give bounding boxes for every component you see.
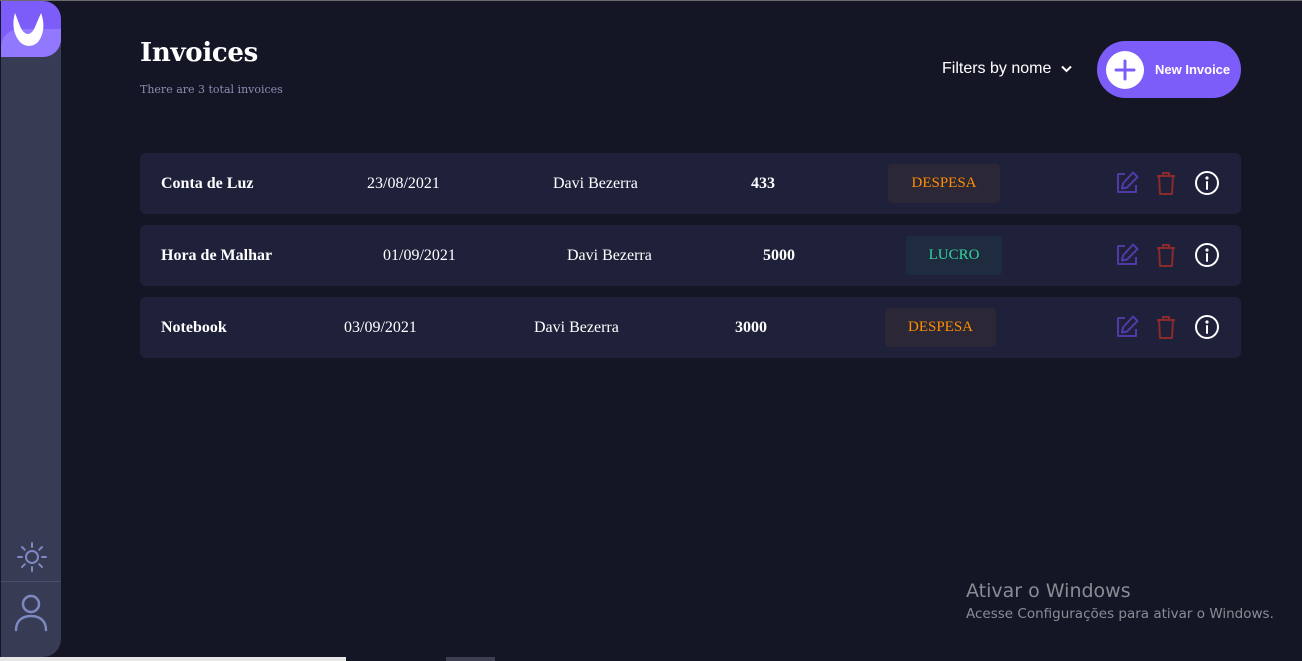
edit-icon[interactable] — [1114, 170, 1140, 200]
invoice-name: Conta de Luz — [161, 175, 254, 192]
scrollbar-thumb[interactable] — [446, 657, 495, 661]
filter-dropdown[interactable]: Filters by nome — [942, 60, 1073, 78]
chevron-down-icon — [1061, 65, 1073, 73]
new-invoice-button[interactable]: New Invoice — [1097, 41, 1241, 98]
invoice-client: Davi Bezerra — [553, 175, 638, 192]
invoice-row[interactable]: Notebook 03/09/2021 Davi Bezerra 3000 DE… — [140, 297, 1241, 358]
sidebar — [1, 1, 61, 657]
invoice-amount: 5000 — [763, 247, 795, 264]
trash-icon[interactable] — [1155, 242, 1177, 272]
trash-icon[interactable] — [1155, 170, 1177, 200]
invoice-row[interactable]: Hora de Malhar 01/09/2021 Davi Bezerra 5… — [140, 225, 1241, 286]
logo[interactable] — [1, 1, 61, 57]
status-badge: LUCRO — [906, 236, 1002, 275]
sun-icon[interactable] — [16, 541, 48, 577]
windows-watermark-subtitle: Acesse Configurações para ativar o Windo… — [966, 606, 1274, 622]
info-icon[interactable] — [1194, 242, 1220, 272]
invoice-client: Davi Bezerra — [534, 319, 619, 336]
window-top-edge — [0, 0, 1302, 1]
new-invoice-label: New Invoice — [1155, 62, 1231, 77]
invoice-row[interactable]: Conta de Luz 23/08/2021 Davi Bezerra 433… — [140, 153, 1241, 214]
invoice-date: 03/09/2021 — [344, 319, 417, 336]
invoice-count: There are 3 total invoices — [140, 83, 283, 96]
info-icon[interactable] — [1194, 314, 1220, 344]
invoice-date: 01/09/2021 — [383, 247, 456, 264]
scrollbar-segment — [0, 657, 346, 661]
edit-icon[interactable] — [1114, 314, 1140, 344]
invoice-amount: 433 — [751, 175, 775, 192]
trash-icon[interactable] — [1155, 314, 1177, 344]
plus-icon — [1106, 50, 1144, 89]
invoice-date: 23/08/2021 — [367, 175, 440, 192]
info-icon[interactable] — [1194, 170, 1220, 200]
filter-label: Filters by nome — [942, 60, 1052, 77]
invoice-client: Davi Bezerra — [567, 247, 652, 264]
invoice-name: Hora de Malhar — [161, 247, 273, 264]
status-badge: DESPESA — [888, 164, 1000, 203]
invoice-name: Notebook — [161, 319, 227, 336]
sidebar-divider — [1, 581, 61, 582]
status-badge: DESPESA — [885, 308, 996, 347]
invoice-amount: 3000 — [735, 319, 767, 336]
page-title: Invoices — [140, 38, 259, 68]
windows-watermark-title: Ativar o Windows — [966, 580, 1131, 602]
user-icon[interactable] — [13, 593, 49, 637]
edit-icon[interactable] — [1114, 242, 1140, 272]
logo-icon — [13, 13, 44, 46]
